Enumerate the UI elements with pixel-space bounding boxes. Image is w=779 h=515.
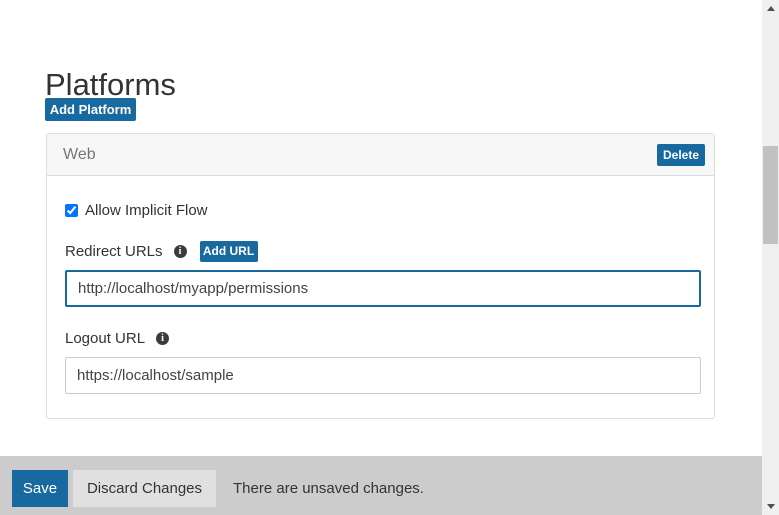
chevron-down-icon <box>766 504 775 509</box>
scroll-up-button[interactable] <box>762 0 779 17</box>
scroll-down-button[interactable] <box>762 498 779 515</box>
redirect-urls-field-group: Redirect URLs i Add URL <box>65 239 701 307</box>
info-icon[interactable]: i <box>173 244 187 258</box>
discard-changes-button[interactable]: Discard Changes <box>73 470 216 507</box>
redirect-url-input[interactable] <box>65 270 701 307</box>
delete-platform-button[interactable]: Delete <box>657 143 705 166</box>
redirect-urls-label: Redirect URLs <box>65 242 163 260</box>
allow-implicit-flow-label[interactable]: Allow Implicit Flow <box>85 202 208 219</box>
logout-url-field-group: Logout URL i <box>65 326 701 394</box>
main-content-viewport: Platforms Add Platform Web Delete Allow … <box>0 0 762 515</box>
platform-card-header: Web Delete <box>47 134 714 176</box>
allow-implicit-flow-checkbox[interactable] <box>65 203 78 217</box>
scrollbar-thumb[interactable] <box>763 146 778 244</box>
add-url-button[interactable]: Add URL <box>199 240 258 262</box>
platform-card-body: Allow Implicit Flow Redirect URLs i Add … <box>47 176 714 418</box>
add-platform-button[interactable]: Add Platform <box>45 98 136 121</box>
platform-card-web: Web Delete Allow Implicit Flow Redirect … <box>46 133 715 419</box>
logout-url-label: Logout URL <box>65 329 146 347</box>
logout-url-input[interactable] <box>65 357 701 394</box>
save-button[interactable]: Save <box>12 470 68 507</box>
info-icon[interactable]: i <box>156 331 170 345</box>
platform-card-title: Web <box>63 145 96 163</box>
logout-url-label-row: Logout URL i <box>65 326 698 350</box>
chevron-up-icon <box>766 6 775 11</box>
allow-implicit-flow-row[interactable]: Allow Implicit Flow <box>65 200 698 220</box>
unsaved-changes-status: There are unsaved changes. <box>233 480 424 497</box>
vertical-scrollbar[interactable] <box>762 0 779 515</box>
redirect-urls-label-row: Redirect URLs i Add URL <box>65 239 698 263</box>
